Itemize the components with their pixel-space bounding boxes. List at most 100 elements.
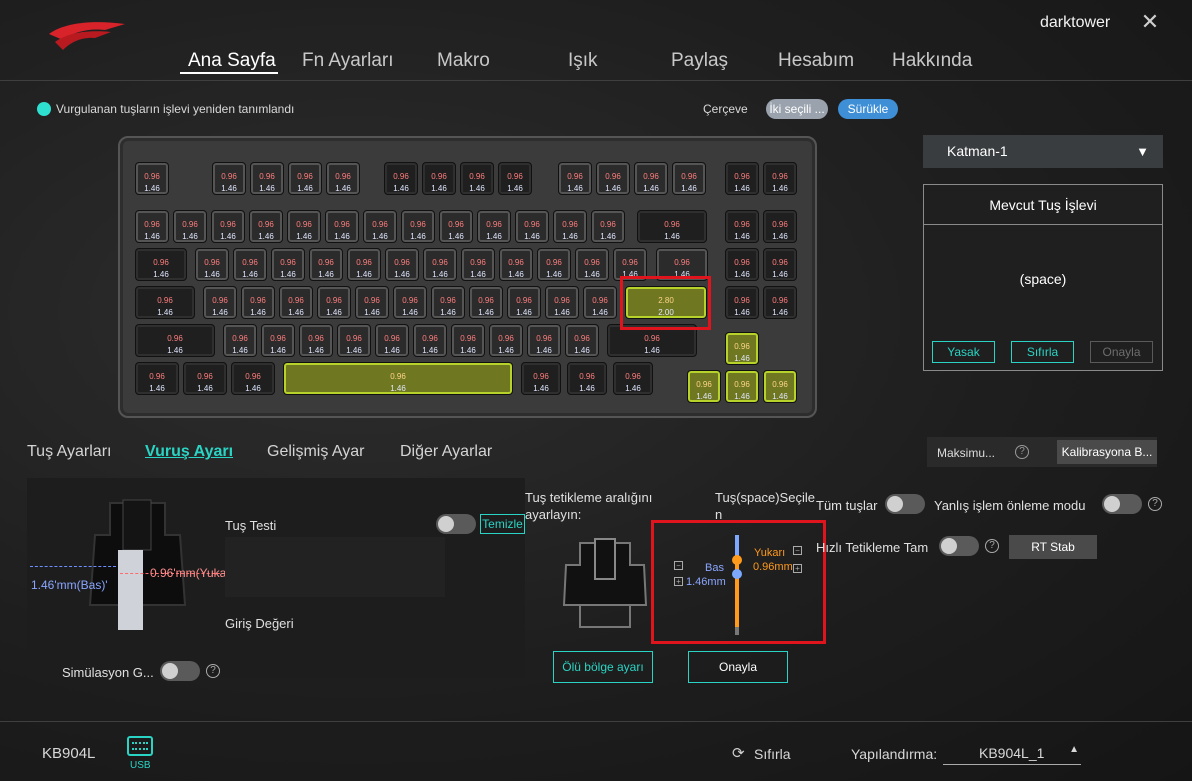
key-28[interactable]: 0.96 1.46 (637, 210, 707, 243)
release-handle[interactable] (732, 555, 742, 565)
key-78[interactable]: 0.96 1.46 (283, 362, 513, 395)
frame-drag[interactable]: Sürükle (838, 99, 898, 119)
key-14[interactable]: 0.96 1.46 (763, 162, 797, 195)
key-70[interactable]: 0.96 1.46 (489, 324, 523, 357)
rapid-trigger-toggle[interactable] (939, 536, 979, 556)
key-3[interactable]: 0.96 1.46 (288, 162, 322, 195)
key-31[interactable]: 0.96 1.46 (135, 248, 187, 281)
key-1[interactable]: 0.96 1.46 (212, 162, 246, 195)
key-34[interactable]: 0.96 1.46 (271, 248, 305, 281)
key-23[interactable]: 0.96 1.46 (439, 210, 473, 243)
clear-button[interactable]: Temizle (480, 514, 525, 534)
key-19[interactable]: 0.96 1.46 (287, 210, 321, 243)
tab-other[interactable]: Diğer Ayarlar (400, 443, 492, 461)
key-68[interactable]: 0.96 1.46 (413, 324, 447, 357)
key-38[interactable]: 0.96 1.46 (423, 248, 457, 281)
tab-advanced[interactable]: Gelişmiş Ayar (267, 443, 365, 461)
nav-share[interactable]: Paylaş (671, 50, 728, 72)
key-37[interactable]: 0.96 1.46 (385, 248, 419, 281)
key-17[interactable]: 0.96 1.46 (211, 210, 245, 243)
help-icon[interactable]: ? (206, 664, 220, 678)
key-7[interactable]: 0.96 1.46 (460, 162, 494, 195)
key-45[interactable]: 0.96 1.46 (725, 248, 759, 281)
key-72[interactable]: 0.96 1.46 (565, 324, 599, 357)
trigger-confirm-button[interactable]: Onayla (688, 651, 788, 683)
plus-press-icon[interactable]: + (674, 577, 683, 586)
close-icon[interactable]: ✕ (1138, 10, 1162, 34)
key-2[interactable]: 0.96 1.46 (250, 162, 284, 195)
key-49[interactable]: 0.96 1.46 (241, 286, 275, 319)
key-84[interactable]: 0.96 1.46 (763, 370, 797, 403)
key-82[interactable]: 0.96 1.46 (687, 370, 721, 403)
keyboard-icon[interactable] (127, 736, 153, 756)
key-69[interactable]: 0.96 1.46 (451, 324, 485, 357)
key-18[interactable]: 0.96 1.46 (249, 210, 283, 243)
key-50[interactable]: 0.96 1.46 (279, 286, 313, 319)
frame-multi-select[interactable]: İki seçili ... (766, 99, 828, 119)
key-42[interactable]: 0.96 1.46 (575, 248, 609, 281)
reset-key-button[interactable]: Sıfırla (1011, 341, 1074, 363)
nav-account[interactable]: Hesabım (778, 50, 854, 72)
key-65[interactable]: 0.96 1.46 (299, 324, 333, 357)
minus-release-icon[interactable]: − (793, 546, 802, 555)
key-26[interactable]: 0.96 1.46 (553, 210, 587, 243)
key-41[interactable]: 0.96 1.46 (537, 248, 571, 281)
simulation-toggle[interactable] (160, 661, 200, 681)
nav-home[interactable]: Ana Sayfa (188, 50, 276, 72)
key-test-toggle[interactable] (436, 514, 476, 534)
help-icon[interactable]: ? (985, 539, 999, 553)
key-30[interactable]: 0.96 1.46 (763, 210, 797, 243)
key-4[interactable]: 0.96 1.46 (326, 162, 360, 195)
key-29[interactable]: 0.96 1.46 (725, 210, 759, 243)
key-27[interactable]: 0.96 1.46 (591, 210, 625, 243)
key-48[interactable]: 0.96 1.46 (203, 286, 237, 319)
key-16[interactable]: 0.96 1.46 (173, 210, 207, 243)
key-5[interactable]: 0.96 1.46 (384, 162, 418, 195)
dead-zone-button[interactable]: Ölü bölge ayarı (553, 651, 653, 683)
key-54[interactable]: 0.96 1.46 (431, 286, 465, 319)
key-0[interactable]: 0.96 1.46 (135, 162, 169, 195)
tab-key-settings[interactable]: Tuş Ayarları (27, 443, 111, 461)
key-79[interactable]: 0.96 1.46 (521, 362, 561, 395)
key-21[interactable]: 0.96 1.46 (363, 210, 397, 243)
key-75[interactable]: 0.96 1.46 (135, 362, 179, 395)
help-icon[interactable]: ? (1148, 497, 1162, 511)
key-71[interactable]: 0.96 1.46 (527, 324, 561, 357)
key-8[interactable]: 0.96 1.46 (498, 162, 532, 195)
key-15[interactable]: 0.96 1.46 (135, 210, 169, 243)
key-80[interactable]: 0.96 1.46 (567, 362, 607, 395)
key-24[interactable]: 0.96 1.46 (477, 210, 511, 243)
config-select[interactable]: KB904L_1 ▲ (943, 743, 1081, 765)
key-67[interactable]: 0.96 1.46 (375, 324, 409, 357)
key-81[interactable]: 0.96 1.46 (613, 362, 653, 395)
key-10[interactable]: 0.96 1.46 (596, 162, 630, 195)
key-40[interactable]: 0.96 1.46 (499, 248, 533, 281)
rt-stab-button[interactable]: RT Stab (1009, 535, 1097, 559)
key-51[interactable]: 0.96 1.46 (317, 286, 351, 319)
key-56[interactable]: 0.96 1.46 (507, 286, 541, 319)
key-46[interactable]: 0.96 1.46 (763, 248, 797, 281)
key-76[interactable]: 0.96 1.46 (183, 362, 227, 395)
key-11[interactable]: 0.96 1.46 (634, 162, 668, 195)
reset-button[interactable]: Sıfırla (754, 746, 791, 762)
calibration-button[interactable]: Kalibrasyona B... (1057, 440, 1157, 464)
key-22[interactable]: 0.96 1.46 (401, 210, 435, 243)
key-61[interactable]: 0.96 1.46 (763, 286, 797, 319)
key-60[interactable]: 0.96 1.46 (725, 286, 759, 319)
all-keys-toggle[interactable] (885, 494, 925, 514)
key-62[interactable]: 0.96 1.46 (135, 324, 215, 357)
key-47[interactable]: 0.96 1.46 (135, 286, 195, 319)
key-66[interactable]: 0.96 1.46 (337, 324, 371, 357)
minus-press-icon[interactable]: − (674, 561, 683, 570)
key-12[interactable]: 0.96 1.46 (672, 162, 706, 195)
key-55[interactable]: 0.96 1.46 (469, 286, 503, 319)
plus-release-icon[interactable]: + (793, 564, 802, 573)
tab-stroke-settings[interactable]: Vuruş Ayarı (145, 443, 233, 461)
nav-light[interactable]: Işık (568, 50, 598, 72)
key-58[interactable]: 0.96 1.46 (583, 286, 617, 319)
nav-macro[interactable]: Makro (437, 50, 490, 72)
key-83[interactable]: 0.96 1.46 (725, 370, 759, 403)
nav-about[interactable]: Hakkında (892, 50, 972, 72)
key-13[interactable]: 0.96 1.46 (725, 162, 759, 195)
key-36[interactable]: 0.96 1.46 (347, 248, 381, 281)
